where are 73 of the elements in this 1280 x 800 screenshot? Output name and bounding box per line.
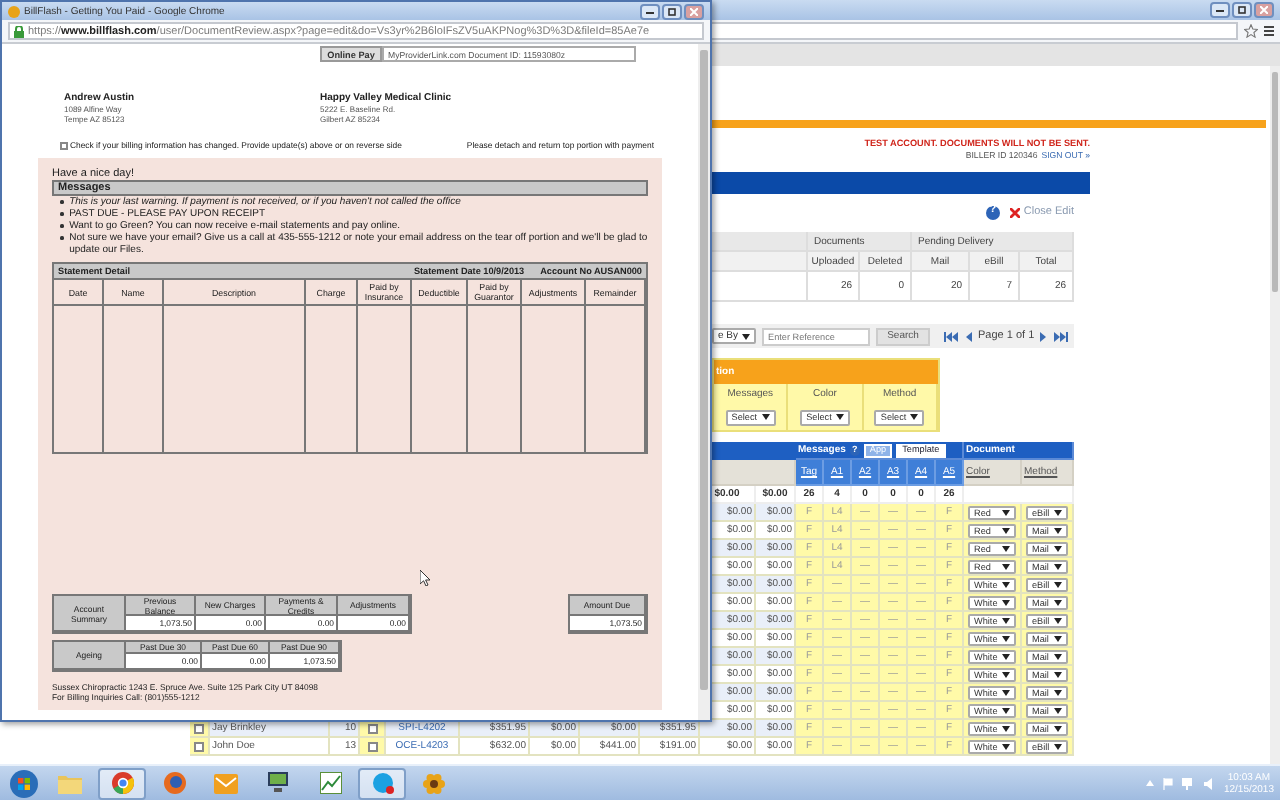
caret-icon xyxy=(1054,707,1062,713)
caret-icon xyxy=(1002,689,1010,695)
caret-icon xyxy=(1002,545,1010,551)
caret-icon xyxy=(1054,527,1062,533)
checkbox[interactable] xyxy=(367,723,377,733)
menu-icon[interactable] xyxy=(1264,26,1274,36)
folder-icon xyxy=(58,773,82,793)
chat-bubble-icon xyxy=(371,772,393,794)
caret-icon xyxy=(1002,581,1010,587)
caret-icon xyxy=(1002,653,1010,659)
start-button[interactable] xyxy=(6,767,42,799)
lock-icon xyxy=(14,25,24,37)
caret-icon xyxy=(1054,743,1062,749)
caret-icon xyxy=(1054,563,1062,569)
app-icon xyxy=(8,5,20,17)
caret-icon xyxy=(1054,635,1062,641)
checkbox[interactable] xyxy=(367,741,377,751)
envelope-icon xyxy=(214,773,238,793)
caret-icon xyxy=(1054,581,1062,587)
caret-icon xyxy=(1002,671,1010,677)
scrollbar-thumb[interactable] xyxy=(1272,72,1278,292)
maximize-button[interactable] xyxy=(1232,2,1252,18)
close-icon xyxy=(1260,6,1268,14)
next-page-icon[interactable] xyxy=(1040,331,1049,341)
caret-icon xyxy=(1054,725,1062,731)
close-icon xyxy=(1009,207,1020,217)
totals-band xyxy=(964,486,1074,504)
close-button[interactable] xyxy=(684,3,704,19)
taskbar-button[interactable] xyxy=(358,767,406,799)
chart-icon xyxy=(319,772,341,794)
minimize-button[interactable] xyxy=(1210,2,1230,18)
caret-icon xyxy=(761,414,770,421)
caret-icon xyxy=(1002,707,1010,713)
caret-icon xyxy=(1054,689,1062,695)
monitor-icon xyxy=(266,772,290,794)
caret-icon xyxy=(1054,653,1062,659)
caret-icon xyxy=(1002,563,1010,569)
last-page-icon[interactable] xyxy=(1054,331,1069,341)
maximize-button[interactable] xyxy=(662,3,682,19)
caret-icon xyxy=(1002,509,1010,515)
flower-icon xyxy=(422,771,446,795)
minimize-icon xyxy=(646,9,654,13)
close-icon xyxy=(690,7,698,15)
checkbox[interactable] xyxy=(60,141,68,149)
caret-icon xyxy=(910,414,919,421)
caret-icon xyxy=(1054,599,1062,605)
caret-icon xyxy=(1002,599,1010,605)
caret-icon xyxy=(1054,509,1062,515)
start-orb-icon xyxy=(10,769,38,797)
pointer-icon xyxy=(420,570,430,586)
caret-icon xyxy=(1054,671,1062,677)
maximize-icon xyxy=(668,7,676,15)
star-icon[interactable] xyxy=(1244,24,1258,38)
caret-icon xyxy=(1002,725,1010,731)
first-page-icon[interactable] xyxy=(944,331,959,341)
caret-icon xyxy=(742,333,751,339)
caret-icon xyxy=(1002,617,1010,623)
caret-icon xyxy=(1002,527,1010,533)
caret-icon xyxy=(1054,545,1062,551)
caret-icon xyxy=(835,414,844,421)
checkbox[interactable] xyxy=(194,741,204,751)
browser-icon xyxy=(111,772,133,794)
taskbar-button[interactable] xyxy=(98,767,146,799)
caret-icon xyxy=(1002,743,1010,749)
minimize-button[interactable] xyxy=(640,3,660,19)
checkbox[interactable] xyxy=(194,723,204,733)
scrollbar-thumb[interactable] xyxy=(700,50,708,690)
maximize-icon xyxy=(1238,6,1246,14)
minimize-icon xyxy=(1216,8,1224,12)
caret-icon xyxy=(1002,635,1010,641)
previous-page-icon[interactable] xyxy=(964,331,973,341)
globe-icon xyxy=(163,772,185,794)
caret-icon xyxy=(1054,617,1062,623)
